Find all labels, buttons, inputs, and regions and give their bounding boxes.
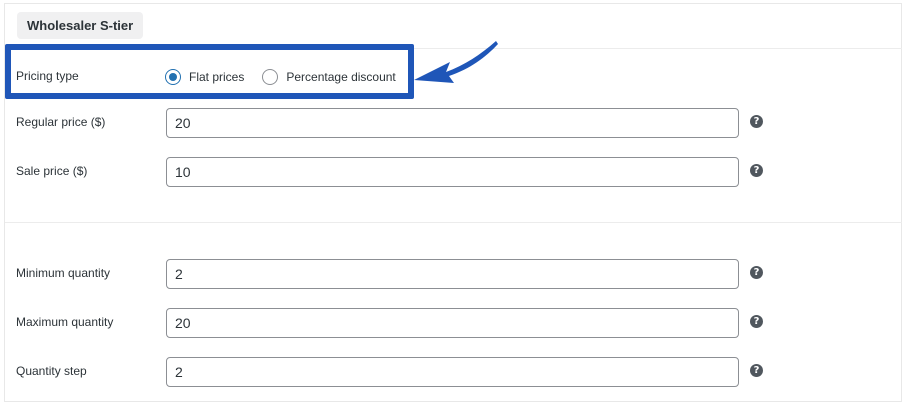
minimum-quantity-label: Minimum quantity <box>16 266 111 280</box>
help-icon[interactable]: ? <box>750 164 763 177</box>
help-icon[interactable]: ? <box>750 364 763 377</box>
divider <box>5 222 902 223</box>
regular-price-label: Regular price ($) <box>16 115 106 129</box>
highlight-box <box>5 44 414 99</box>
maximum-quantity-label: Maximum quantity <box>16 315 114 329</box>
sale-price-label: Sale price ($) <box>16 164 88 178</box>
regular-price-input[interactable] <box>166 108 739 138</box>
quantity-step-label: Quantity step <box>16 364 87 378</box>
tier-name-badge: Wholesaler S-tier <box>17 12 144 39</box>
maximum-quantity-input[interactable] <box>166 308 739 338</box>
help-icon[interactable]: ? <box>750 315 763 328</box>
minimum-quantity-input[interactable] <box>166 259 739 289</box>
quantity-step-input[interactable] <box>166 357 739 387</box>
arrow-pointer-icon <box>414 41 498 83</box>
help-icon[interactable]: ? <box>750 115 763 128</box>
sale-price-input[interactable] <box>166 157 739 187</box>
help-icon[interactable]: ? <box>750 266 763 279</box>
